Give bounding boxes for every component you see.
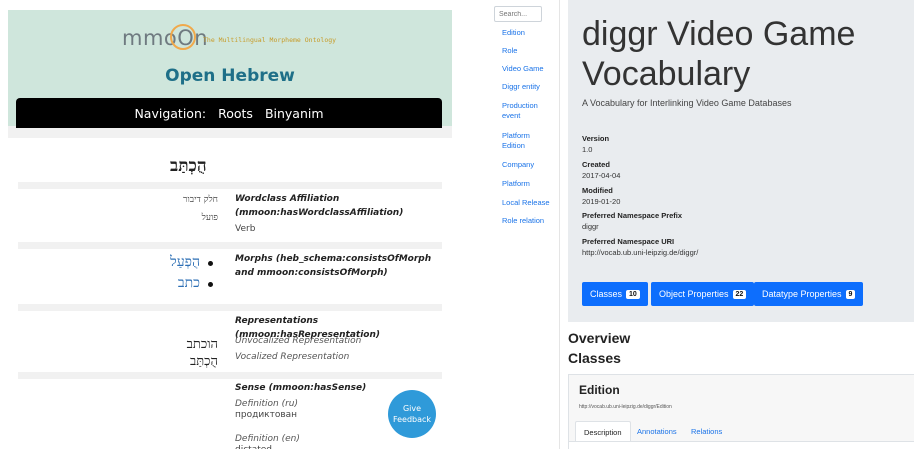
sidebar-item-platform-edition[interactable]: Platform Edition [502, 131, 552, 151]
meta-prefix-value: diggr [582, 222, 599, 231]
meta-uri-key: Preferred Namespace URI [582, 237, 675, 246]
tab-relations[interactable]: Relations [683, 421, 730, 441]
tab-annotations[interactable]: Annotations [629, 421, 685, 441]
site-header: mmoOn The Multilingual Morpheme Ontology… [8, 10, 452, 128]
nav-link-roots[interactable]: Roots [218, 106, 253, 121]
representation-vocalized-heb: הֻכְתַּב [189, 354, 218, 369]
class-card-tabs: Description Annotations Relations [569, 419, 914, 449]
representation-unvocalized-heb: הוכתב [186, 337, 218, 352]
section-divider [18, 372, 442, 379]
bullet-icon [208, 261, 213, 266]
wordclass-value: Verb [235, 224, 256, 234]
sidebar-item-video-game[interactable]: Video Game [502, 64, 552, 74]
nav-link-binyanim[interactable]: Binyanim [265, 106, 324, 121]
class-sidebar: Edition Role Video Game Diggr entity Pro… [488, 0, 560, 449]
morph-link[interactable]: כתב [138, 275, 200, 292]
page-title: diggr Video Game Vocabulary [582, 15, 856, 93]
section-divider [18, 242, 442, 249]
meta-modified-key: Modified [582, 186, 613, 195]
tab-description[interactable]: Description [575, 421, 631, 441]
morphs-label: Morphs (heb_schema:consistsOfMorph and m… [235, 254, 432, 278]
meta-created-value: 2017-04-04 [582, 171, 621, 180]
meta-modified-value: 2019-01-20 [582, 197, 621, 206]
give-feedback-button[interactable]: Give Feedback [388, 390, 436, 438]
hebrew-word-title: הֻכְתַּב [170, 156, 207, 176]
sidebar-item-edition[interactable]: Edition [502, 28, 552, 38]
meta-prefix-key: Preferred Namespace Prefix [582, 211, 683, 220]
class-card-title: Edition [579, 383, 620, 397]
page-subtitle: A Vocabulary for Interlinking Video Game… [582, 98, 792, 108]
bullet-icon [208, 282, 213, 287]
datatype-properties-count-badge: 9 [845, 289, 856, 299]
section-divider [18, 304, 442, 311]
sidebar-item-role[interactable]: Role [502, 46, 552, 56]
datatype-properties-button[interactable]: Datatype Properties 9 [754, 282, 864, 306]
sidebar-item-role-relation[interactable]: Role relation [502, 216, 552, 226]
logo-ring-icon [170, 24, 196, 50]
classes-heading: Classes [568, 350, 621, 366]
site-title[interactable]: Open Hebrew [8, 66, 452, 86]
sidebar-item-company[interactable]: Company [502, 160, 552, 170]
morph-link[interactable]: הֻפְעַל [138, 254, 200, 271]
classes-button[interactable]: Classes 10 [582, 282, 648, 306]
object-properties-count-badge: 22 [732, 289, 747, 299]
wordclass-heb-label: חלק דיבור [183, 195, 218, 205]
classes-button-label: Classes [590, 289, 623, 299]
vocabulary-header: diggr Video Game Vocabulary A Vocabulary… [568, 0, 914, 322]
navigation-bar: Navigation: Roots Binyanim [16, 98, 442, 128]
sidebar-item-production-event[interactable]: Production event [502, 101, 552, 121]
meta-version-key: Version [582, 134, 610, 143]
definition-ru-value: продиктован [235, 410, 298, 420]
overview-heading: Overview [568, 330, 631, 346]
class-card-uri: http://vocab.ub.uni-leipzig.de/diggr/Edi… [579, 404, 672, 410]
section-divider [18, 182, 442, 189]
meta-uri-value: http://vocab.ub.uni-leipzig.de/diggr/ [582, 248, 699, 257]
definition-en-value: dictated [235, 444, 272, 449]
search-input[interactable] [494, 6, 542, 22]
class-card-body [569, 442, 914, 449]
open-hebrew-panel: mmoOn The Multilingual Morpheme Ontology… [8, 10, 452, 449]
datatype-properties-button-label: Datatype Properties [762, 289, 842, 299]
wordclass-heb-value: פועל [201, 213, 218, 223]
sidebar-item-platform[interactable]: Platform [502, 179, 552, 189]
object-properties-button-label: Object Properties [659, 289, 729, 299]
tagline: The Multilingual Morpheme Ontology [203, 36, 337, 44]
class-card-edition: Edition http://vocab.ub.uni-leipzig.de/d… [568, 374, 914, 449]
mmoon-logo[interactable]: mmoOn [122, 24, 208, 54]
classes-count-badge: 10 [626, 289, 640, 299]
sidebar-item-diggr-entity[interactable]: Diggr entity [502, 82, 552, 92]
representation-unvocalized-label: Unvocalized Representation [235, 336, 362, 346]
meta-version-value: 1.0 [582, 145, 593, 154]
sidebar-item-local-release[interactable]: Local Release [502, 198, 552, 208]
nav-prefix: Navigation: [134, 105, 207, 121]
word-entry: הֻכְתַּב חלק דיבור פועל Wordclass Affili… [8, 138, 452, 449]
wordclass-label: Wordclass Affiliation (mmoon:hasWordclas… [235, 194, 404, 218]
object-properties-button[interactable]: Object Properties 22 [651, 282, 755, 306]
meta-created-key: Created [582, 160, 610, 169]
representation-vocalized-label: Vocalized Representation [235, 352, 350, 362]
